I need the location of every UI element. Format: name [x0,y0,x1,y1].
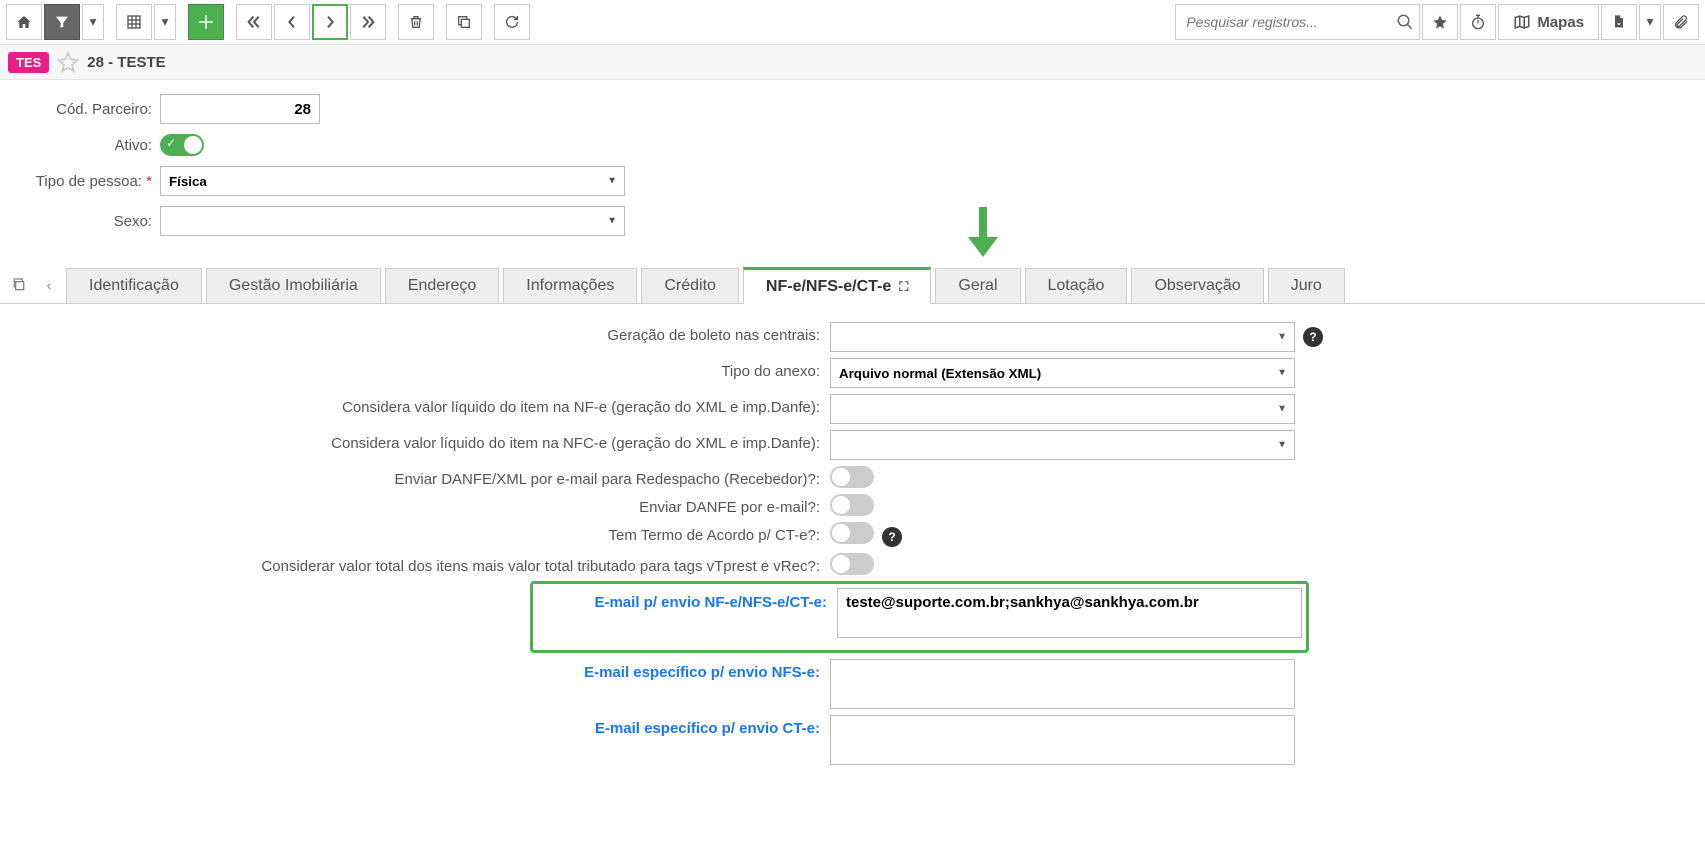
attachment-button[interactable] [1663,4,1699,40]
copy-button[interactable] [446,4,482,40]
ativo-label: Ativo: [10,137,160,154]
geracao-boleto-label: Geração de boleto nas centrais: [10,322,830,344]
record-headline: TES 28 - TESTE [0,45,1705,80]
tab-label: NF-e/NFS-e/CT-e [766,278,891,296]
considerar-total-label: Considerar valor total dos itens mais va… [10,553,830,575]
record-badge: TES [8,52,49,73]
termo-acordo-label: Tem Termo de Acordo p/ CT-e?: [10,522,830,544]
home-button[interactable] [6,4,42,40]
tab-observacao[interactable]: Observação [1131,268,1263,303]
email-envio-input[interactable] [837,588,1302,638]
tab-nfe-nfse-cte[interactable]: NF-e/NFS-e/CT-e ⛶ [743,267,931,304]
favorite-toggle[interactable] [57,51,79,73]
delete-button[interactable] [398,4,434,40]
search-icon [1396,13,1414,31]
record-title: 28 - TESTE [87,54,165,71]
top-toolbar: ▾ ▾ [0,0,1705,45]
filter-menu-button[interactable]: ▾ [82,4,104,40]
grid-button[interactable] [116,4,152,40]
search-wrap [1175,4,1420,40]
considera-nfe-select[interactable] [830,394,1295,424]
tab-content: Geração de boleto nas centrais: ▼ ? Tipo… [0,304,1705,801]
caret-down-icon: ▾ [1647,14,1654,30]
ativo-toggle[interactable]: ✓ [160,134,204,156]
tipo-anexo-label: Tipo do anexo: [10,358,830,380]
geracao-boleto-select[interactable] [830,322,1295,352]
expand-icon[interactable]: ⛶ [899,279,908,295]
considerar-total-toggle[interactable] [830,553,874,575]
refresh-button[interactable] [494,4,530,40]
caret-down-icon: ▾ [90,14,97,30]
tipo-pessoa-label: Tipo de pessoa: [10,173,160,190]
grid-icon [126,14,142,30]
help-icon[interactable]: ? [1303,327,1323,347]
home-icon [16,14,32,30]
considera-nfe-label: Considera valor líquido do item na NF-e … [10,394,830,416]
email-envio-label: E-mail p/ envio NF-e/NFS-e/CT-e: [537,588,837,611]
sexo-label: Sexo: [10,213,160,230]
export-menu-button[interactable]: ▾ [1639,4,1661,40]
enviar-danfe-email-toggle[interactable] [830,494,874,516]
tab-lotacao[interactable]: Lotação [1025,268,1128,303]
favorites-button[interactable] [1422,4,1458,40]
tabs: ‹ Identificação Gestão Imobiliária Ender… [0,266,1705,304]
enviar-danfe-redespacho-toggle[interactable] [830,466,874,488]
considera-nfce-select[interactable] [830,430,1295,460]
tab-geral[interactable]: Geral [935,268,1020,303]
trash-icon [408,14,424,30]
filter-icon [54,14,70,30]
tab-juro[interactable]: Juro [1268,268,1345,303]
tipo-pessoa-select[interactable] [160,166,625,196]
copy-icon [456,14,472,30]
tab-gestao-imobiliaria[interactable]: Gestão Imobiliária [206,268,381,303]
first-button[interactable] [236,4,272,40]
export-icon [1611,14,1627,30]
chevron-left-icon [284,14,300,30]
next-button[interactable] [312,4,348,40]
cod-parceiro-input[interactable] [160,94,320,124]
tab-informacoes[interactable]: Informações [503,268,637,303]
maps-button[interactable]: Mapas [1498,4,1599,40]
email-cte-input[interactable] [830,715,1295,765]
header-form: Cód. Parceiro: Ativo: ✓ Tipo de pessoa: … [0,80,1705,266]
enviar-danfe-redespacho-label: Enviar DANFE/XML por e-mail para Redespa… [10,466,830,488]
email-envio-highlight: E-mail p/ envio NF-e/NFS-e/CT-e: [530,581,1309,653]
add-button[interactable] [188,4,224,40]
cod-parceiro-label: Cód. Parceiro: [10,101,160,118]
stopwatch-icon [1470,14,1486,30]
enviar-danfe-email-label: Enviar DANFE por e-mail?: [10,494,830,516]
tab-endereco[interactable]: Endereço [385,268,500,303]
export-button[interactable] [1601,4,1637,40]
tab-credito[interactable]: Crédito [641,268,739,303]
tipo-anexo-select[interactable] [830,358,1295,388]
tabs-copy-button[interactable] [6,272,32,298]
map-icon [1513,13,1531,31]
considera-nfce-label: Considera valor líquido do item na NFC-e… [10,430,830,452]
timer-button[interactable] [1460,4,1496,40]
email-cte-label: E-mail específico p/ envio CT-e: [10,715,830,737]
star-icon [1432,14,1448,30]
double-chevron-left-icon [246,14,262,30]
tabs-scroll-left[interactable]: ‹ [36,272,62,298]
sexo-select[interactable] [160,206,625,236]
caret-down-icon: ▾ [162,14,169,30]
filter-button[interactable] [44,4,80,40]
help-icon[interactable]: ? [882,527,902,547]
search-input[interactable] [1175,4,1420,40]
plus-icon [197,13,215,31]
double-chevron-right-icon [360,14,376,30]
termo-acordo-toggle[interactable] [830,522,874,544]
prev-button[interactable] [274,4,310,40]
search-button[interactable] [1396,13,1414,31]
maps-label: Mapas [1537,14,1584,31]
last-button[interactable] [350,4,386,40]
email-nfse-label: E-mail específico p/ envio NFS-e: [10,659,830,681]
paperclip-icon [1673,14,1689,30]
chevron-right-icon [322,14,338,30]
refresh-icon [504,14,520,30]
tab-identificacao[interactable]: Identificação [66,268,202,303]
email-nfse-input[interactable] [830,659,1295,709]
grid-menu-button[interactable]: ▾ [154,4,176,40]
check-icon: ✓ [166,136,176,150]
